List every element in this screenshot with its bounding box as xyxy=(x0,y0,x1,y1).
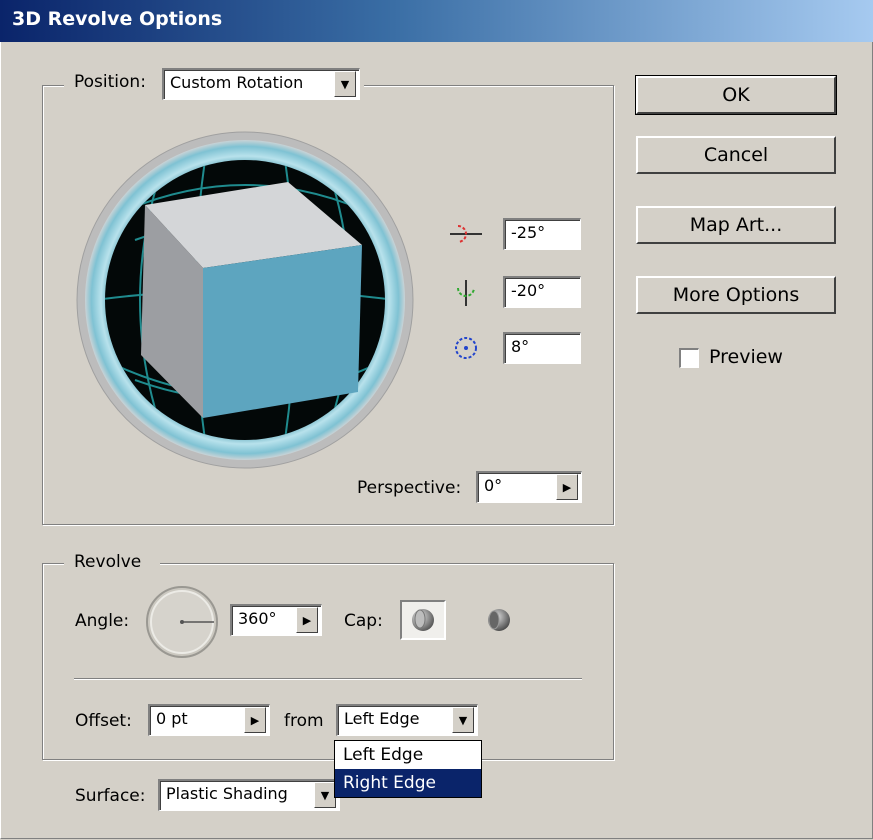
z-axis-rotate-icon xyxy=(455,337,477,359)
position-dropdown-button[interactable]: ▼ xyxy=(334,71,356,97)
from-label: from xyxy=(284,711,324,731)
x-rotation-value: -25° xyxy=(511,223,546,242)
surface-select[interactable]: Plastic Shading xyxy=(158,779,340,811)
cap-label: Cap: xyxy=(344,611,383,631)
z-rotation-field[interactable]: 8° xyxy=(503,332,581,364)
offset-value: 0 pt xyxy=(156,709,188,728)
position-label: Position: xyxy=(74,72,146,92)
title-bar: 3D Revolve Options xyxy=(0,0,873,42)
more-options-button[interactable]: More Options xyxy=(636,276,836,314)
position-select-value: Custom Rotation xyxy=(170,73,304,92)
angle-slider-button[interactable]: ▶ xyxy=(296,607,318,633)
chevron-right-icon: ▶ xyxy=(302,613,312,627)
revolve-group-label: Revolve xyxy=(74,552,142,572)
perspective-label: Perspective: xyxy=(357,478,462,498)
map-art-button-label: Map Art... xyxy=(689,214,783,236)
angle-value: 360° xyxy=(238,609,277,628)
from-dropdown-button[interactable]: ▼ xyxy=(452,707,474,733)
y-rotation-field[interactable]: -20° xyxy=(503,276,581,308)
cap-on-button[interactable] xyxy=(400,600,446,640)
more-options-button-label: More Options xyxy=(672,284,800,306)
y-axis-rotate-icon xyxy=(457,280,475,306)
perspective-slider-button[interactable]: ▶ xyxy=(556,474,578,500)
from-select-value: Left Edge xyxy=(344,709,420,728)
perspective-value: 0° xyxy=(484,476,503,495)
position-select[interactable]: Custom Rotation xyxy=(162,68,360,100)
cap-off-icon[interactable] xyxy=(481,606,513,634)
map-art-button[interactable]: Map Art... xyxy=(636,206,836,244)
x-rotation-field[interactable]: -25° xyxy=(503,218,581,250)
chevron-right-icon: ▶ xyxy=(562,480,572,494)
cube xyxy=(141,182,362,418)
window-title: 3D Revolve Options xyxy=(12,8,223,30)
offset-slider-button[interactable]: ▶ xyxy=(244,707,266,733)
surface-dropdown-button[interactable]: ▼ xyxy=(314,782,336,808)
z-rotation-value: 8° xyxy=(511,337,530,356)
x-axis-rotate-icon xyxy=(450,225,482,243)
offset-label: Offset: xyxy=(75,711,132,731)
preview-checkbox[interactable] xyxy=(679,348,699,368)
from-dropdown-list: Left Edge Right Edge xyxy=(334,740,482,798)
from-option-left-edge[interactable]: Left Edge xyxy=(335,741,481,769)
ok-button[interactable]: OK xyxy=(635,75,837,115)
angle-dial-icon[interactable] xyxy=(144,584,220,660)
cancel-button[interactable]: Cancel xyxy=(636,136,836,174)
cube-front-face xyxy=(203,245,362,418)
chevron-down-icon: ▼ xyxy=(458,713,468,727)
preview-label[interactable]: Preview xyxy=(709,346,783,368)
from-option-right-edge[interactable]: Right Edge xyxy=(335,769,481,797)
y-rotation-value: -20° xyxy=(511,281,546,300)
surface-label: Surface: xyxy=(75,786,146,806)
surface-select-value: Plastic Shading xyxy=(166,784,288,803)
angle-label: Angle: xyxy=(75,611,130,631)
cap-on-icon xyxy=(412,609,434,631)
ok-button-label: OK xyxy=(722,84,750,106)
chevron-down-icon: ▼ xyxy=(320,788,330,802)
chevron-right-icon: ▶ xyxy=(250,713,260,727)
chevron-down-icon: ▼ xyxy=(340,77,350,91)
cancel-button-label: Cancel xyxy=(703,144,769,166)
track-cube[interactable] xyxy=(75,130,415,470)
revolve-divider xyxy=(74,678,582,680)
